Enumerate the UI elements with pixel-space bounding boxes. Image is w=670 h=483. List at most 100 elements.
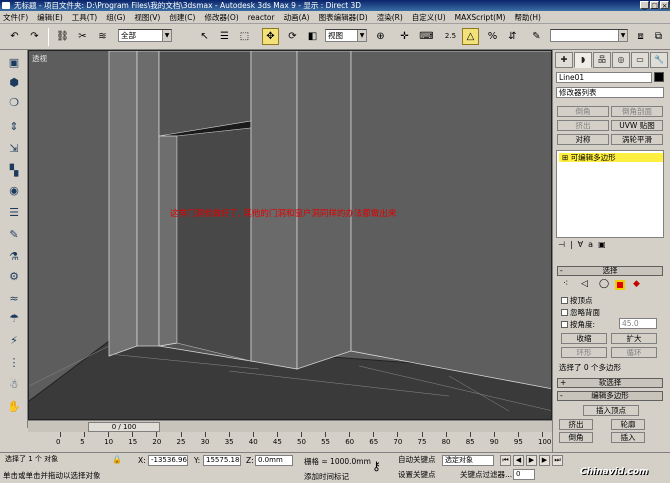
key-filters-button[interactable]: 关键点过滤器... <box>460 469 512 481</box>
menu-create[interactable]: 创建(C) <box>169 12 195 23</box>
grow-button[interactable]: 扩大 <box>611 333 657 344</box>
select-manipulate-icon[interactable]: ✛ <box>396 28 413 45</box>
wave-icon[interactable]: ≈ <box>5 292 23 306</box>
vertex-icon[interactable]: ⁖ <box>563 279 568 289</box>
viewport-label[interactable]: 透视 <box>32 53 47 64</box>
object-name-field[interactable]: Line01 <box>556 72 652 83</box>
menu-modifiers[interactable]: 修改器(O) <box>204 12 238 23</box>
time-slider-track[interactable]: 0 / 100 <box>28 420 552 432</box>
current-frame-field[interactable]: 0 <box>513 469 535 480</box>
bevel-button[interactable]: 倒角 <box>559 432 593 443</box>
create-lights-icon[interactable]: ❍ <box>5 96 23 110</box>
percent-snap-icon[interactable]: % <box>484 28 501 45</box>
space-warps-icon[interactable]: ▚ <box>5 164 23 178</box>
loop-button[interactable]: 循环 <box>611 347 657 358</box>
outline-button[interactable]: 轮廓 <box>611 419 645 430</box>
edit-polygons-rollout-header[interactable]: - 编辑多边形 <box>557 391 663 401</box>
tab-hierarchy[interactable]: 品 <box>593 52 611 68</box>
paint-icon[interactable]: ⚗ <box>5 250 23 264</box>
menu-group[interactable]: 组(G) <box>106 12 125 23</box>
snap-toggle-value[interactable]: 2.5 <box>442 28 459 45</box>
border-icon[interactable]: ◯ <box>599 279 609 289</box>
object-color-swatch[interactable] <box>654 72 664 82</box>
gear-icon[interactable]: ⚙ <box>5 270 23 284</box>
tab-utilities[interactable]: 🔧 <box>650 52 668 68</box>
mirror-icon[interactable]: ⧈ <box>632 28 649 45</box>
keyboard-shortcut-override-icon[interactable]: ⌨ <box>418 28 435 45</box>
menu-maxscript[interactable]: MAXScript(M) <box>455 13 506 22</box>
select-object-icon[interactable]: ↖ <box>196 28 213 45</box>
cloth-icon[interactable]: ☂ <box>5 312 23 326</box>
next-frame-icon[interactable]: ▶ <box>539 455 550 466</box>
soft-selection-rollout-header[interactable]: + 软选择 <box>557 378 663 388</box>
angle-threshold-field[interactable]: 45.0 <box>619 318 657 329</box>
selection-rollout-header[interactable]: - 选择 <box>557 266 663 276</box>
create-cameras-icon[interactable]: ⇕ <box>5 120 23 134</box>
angle-snap-icon[interactable]: △ <box>462 28 479 45</box>
selected-object-dropdown[interactable]: 选定对象 <box>442 455 494 466</box>
systems-icon[interactable]: ◉ <box>5 184 23 198</box>
pencil-icon[interactable]: ✎ <box>5 228 23 242</box>
select-and-move-icon[interactable]: ✥ <box>262 28 279 45</box>
close-button[interactable]: × <box>660 1 669 10</box>
spinner-snap-icon[interactable]: ⇵ <box>504 28 521 45</box>
pin-stack-icon[interactable]: ⊣ <box>558 240 565 252</box>
rectangular-selection-icon[interactable]: ⬚ <box>236 28 253 45</box>
ring-button[interactable]: 环形 <box>561 347 607 358</box>
menu-customize[interactable]: 自定义(U) <box>412 12 446 23</box>
tab-modify[interactable]: ◗ <box>574 52 592 68</box>
element-icon[interactable]: ◆ <box>633 279 640 289</box>
menu-tools[interactable]: 工具(T) <box>72 12 97 23</box>
modifier-stack[interactable]: ⊞ 可编辑多边形 <box>556 150 664 238</box>
select-and-link-icon[interactable]: ⛓ <box>54 28 71 45</box>
edit-named-selection-icon[interactable]: ✎ <box>528 28 545 45</box>
bind-space-warp-icon[interactable]: ≋ <box>94 28 111 45</box>
perspective-viewport[interactable]: 透视 这样门洞就做好了, 其他的门洞和窗户洞同样的办法都做出来 <box>28 50 552 420</box>
maximize-button[interactable]: □ <box>650 1 659 10</box>
bevel-profile-modifier-button[interactable]: 倒角剖面 <box>611 106 663 117</box>
menu-reactor[interactable]: reactor <box>248 13 275 22</box>
create-shapes-icon[interactable]: ⬢ <box>5 76 23 90</box>
align-icon[interactable]: ⧉ <box>650 28 667 45</box>
menu-animation[interactable]: 动画(A) <box>284 12 310 23</box>
edge-icon[interactable]: ◁ <box>581 279 588 289</box>
menu-rendering[interactable]: 渲染(R) <box>377 12 403 23</box>
create-geometry-icon[interactable]: ▣ <box>5 56 23 70</box>
set-key-button[interactable]: 设置关键点 <box>398 469 436 481</box>
add-time-tag[interactable]: 添加时间标记 <box>304 471 349 482</box>
insert-vertex-button[interactable]: 插入顶点 <box>583 405 639 416</box>
play-icon[interactable]: ▶ <box>526 455 537 466</box>
timeline-ruler[interactable]: 0 5 10 15 20 25 30 35 40 45 50 55 60 65 70 75 80 85 90 95 10… <box>28 432 552 452</box>
menu-edit[interactable]: 编辑(E) <box>37 12 63 23</box>
menu-file[interactable]: 文件(F) <box>3 12 28 23</box>
by-vertex-checkbox[interactable]: 按顶点 <box>561 295 593 306</box>
ignore-backfacing-checkbox[interactable]: 忽略背面 <box>561 307 600 318</box>
previous-frame-icon[interactable]: ◀ <box>513 455 524 466</box>
extrude-button[interactable]: 挤出 <box>559 419 593 430</box>
go-to-end-icon[interactable]: ⏭ <box>552 455 563 466</box>
reference-coordinate-dropdown[interactable]: 视图 ▼ <box>325 29 367 42</box>
tab-motion[interactable]: ◎ <box>612 52 630 68</box>
extrude-modifier-button[interactable]: 挤出 <box>557 120 609 131</box>
time-slider[interactable]: 0 / 100 <box>88 422 160 432</box>
turbosmooth-modifier-button[interactable]: 涡轮平滑 <box>611 134 663 145</box>
auto-key-button[interactable]: 自动关键点 <box>398 454 436 466</box>
character-icon[interactable]: ☃ <box>5 378 23 392</box>
stack-item-editable-poly[interactable]: ⊞ 可编辑多边形 <box>559 153 663 162</box>
tab-display[interactable]: ▭ <box>631 52 649 68</box>
x-coordinate-field[interactable]: -13536.96 <box>148 455 188 466</box>
unlink-icon[interactable]: ✂ <box>74 28 91 45</box>
by-angle-checkbox[interactable]: 按角度: <box>561 319 595 330</box>
select-and-scale-icon[interactable]: ◧ <box>304 28 321 45</box>
helpers-icon[interactable]: ⇲ <box>5 142 23 156</box>
shrink-button[interactable]: 收缩 <box>561 333 607 344</box>
select-by-name-icon[interactable]: ☰ <box>216 28 233 45</box>
menu-graph-editors[interactable]: 图表编辑器(D) <box>319 12 368 23</box>
biped-icon[interactable]: ✋ <box>5 400 23 414</box>
configure-modifier-sets-icon[interactable]: ▣ <box>598 240 606 252</box>
uvw-map-modifier-button[interactable]: UVW 贴图 <box>611 120 663 131</box>
polygon-icon[interactable] <box>615 280 625 290</box>
modifier-list-dropdown[interactable]: 修改器列表 <box>556 87 664 98</box>
pivot-center-icon[interactable]: ⊕ <box>372 28 389 45</box>
go-to-start-icon[interactable]: ⏮ <box>500 455 511 466</box>
